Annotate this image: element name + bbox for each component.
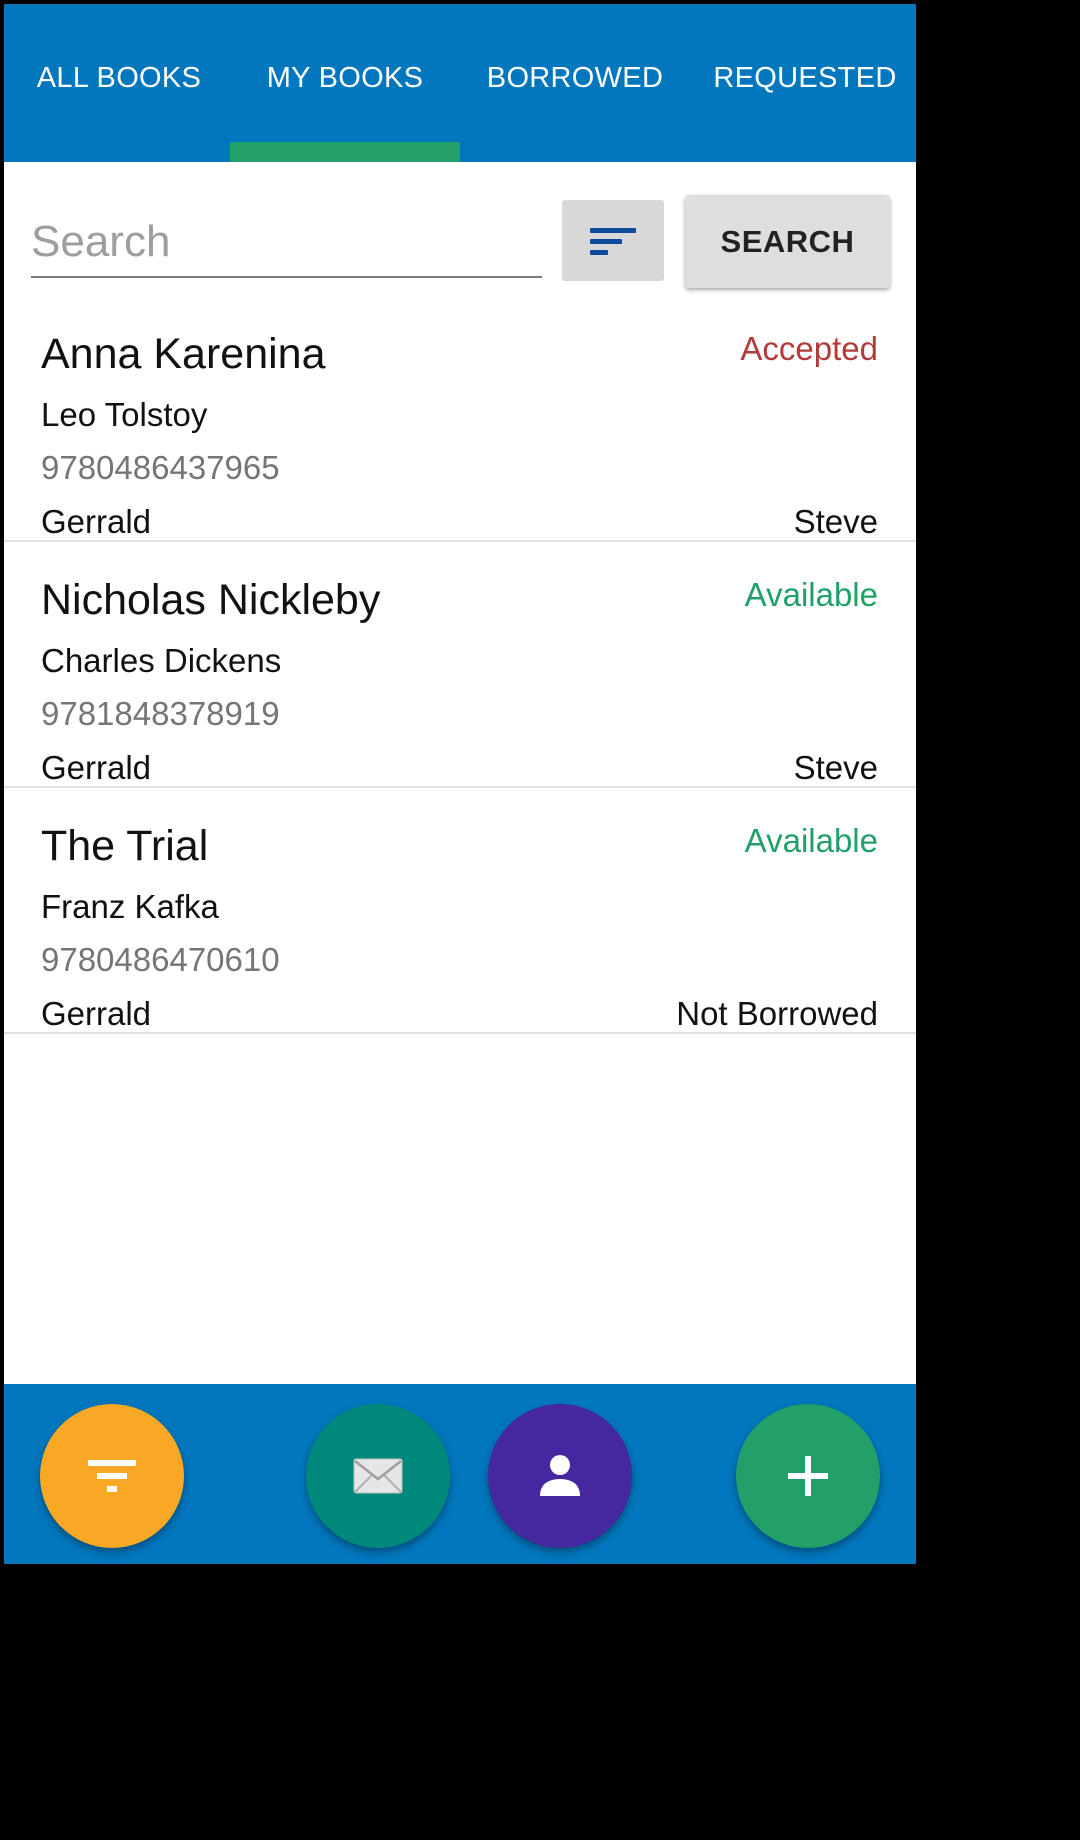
book-author: Leo Tolstoy — [41, 396, 208, 433]
book-title: Nicholas Nickleby — [41, 576, 381, 624]
status-label: Available — [744, 822, 878, 859]
person-icon — [540, 1455, 580, 1496]
book-borrower: Not Borrowed — [676, 995, 878, 1032]
book-borrower: Steve — [793, 749, 878, 786]
plus-icon — [788, 1456, 828, 1496]
profile-button[interactable] — [488, 1404, 632, 1548]
book-author: Charles Dickens — [41, 642, 282, 679]
sort-button[interactable] — [562, 200, 664, 281]
app-screen: ALL BOOKS MY BOOKS BORROWED REQUESTED SE… — [4, 4, 916, 1564]
add-book-button[interactable] — [736, 1404, 880, 1548]
filter-button[interactable] — [40, 1404, 184, 1548]
bottom-action-bar — [4, 1384, 916, 1564]
list-item[interactable]: Anna Karenina Accepted Leo Tolstoy 97804… — [4, 296, 916, 542]
tab-bar: ALL BOOKS MY BOOKS BORROWED REQUESTED — [4, 4, 916, 162]
list-item[interactable]: Nicholas Nickleby Available Charles Dick… — [4, 542, 916, 788]
search-button[interactable]: SEARCH — [685, 195, 890, 288]
status-label: Available — [744, 576, 878, 613]
tab-my-books[interactable]: MY BOOKS — [230, 4, 460, 162]
filter-icon — [88, 1460, 136, 1492]
book-author: Franz Kafka — [41, 888, 219, 925]
active-tab-indicator — [230, 142, 460, 162]
book-isbn: 9780486437965 — [41, 449, 280, 486]
book-owner: Gerrald — [41, 503, 152, 540]
tab-label: REQUESTED — [713, 62, 897, 94]
book-owner: Gerrald — [41, 749, 152, 786]
tab-label: BORROWED — [486, 62, 664, 94]
list-item[interactable]: The Trial Available Franz Kafka 97804864… — [4, 788, 916, 1034]
book-isbn: 9780486470610 — [41, 941, 280, 978]
book-owner: Gerrald — [41, 995, 152, 1032]
status-label: Accepted — [740, 330, 878, 367]
tab-requested[interactable]: REQUESTED — [690, 4, 916, 162]
book-title: The Trial — [41, 822, 209, 870]
tab-borrowed[interactable]: BORROWED — [460, 4, 690, 162]
messages-button[interactable] — [306, 1404, 450, 1548]
book-isbn: 9781848378919 — [41, 695, 280, 732]
search-input[interactable] — [31, 214, 542, 278]
tab-label: MY BOOKS — [266, 62, 424, 94]
book-list: Anna Karenina Accepted Leo Tolstoy 97804… — [4, 296, 916, 1034]
tab-all-books[interactable]: ALL BOOKS — [4, 4, 234, 162]
book-borrower: Steve — [793, 503, 878, 540]
tab-label: ALL BOOKS — [36, 62, 202, 94]
mail-icon — [353, 1458, 403, 1494]
book-title: Anna Karenina — [41, 330, 326, 378]
